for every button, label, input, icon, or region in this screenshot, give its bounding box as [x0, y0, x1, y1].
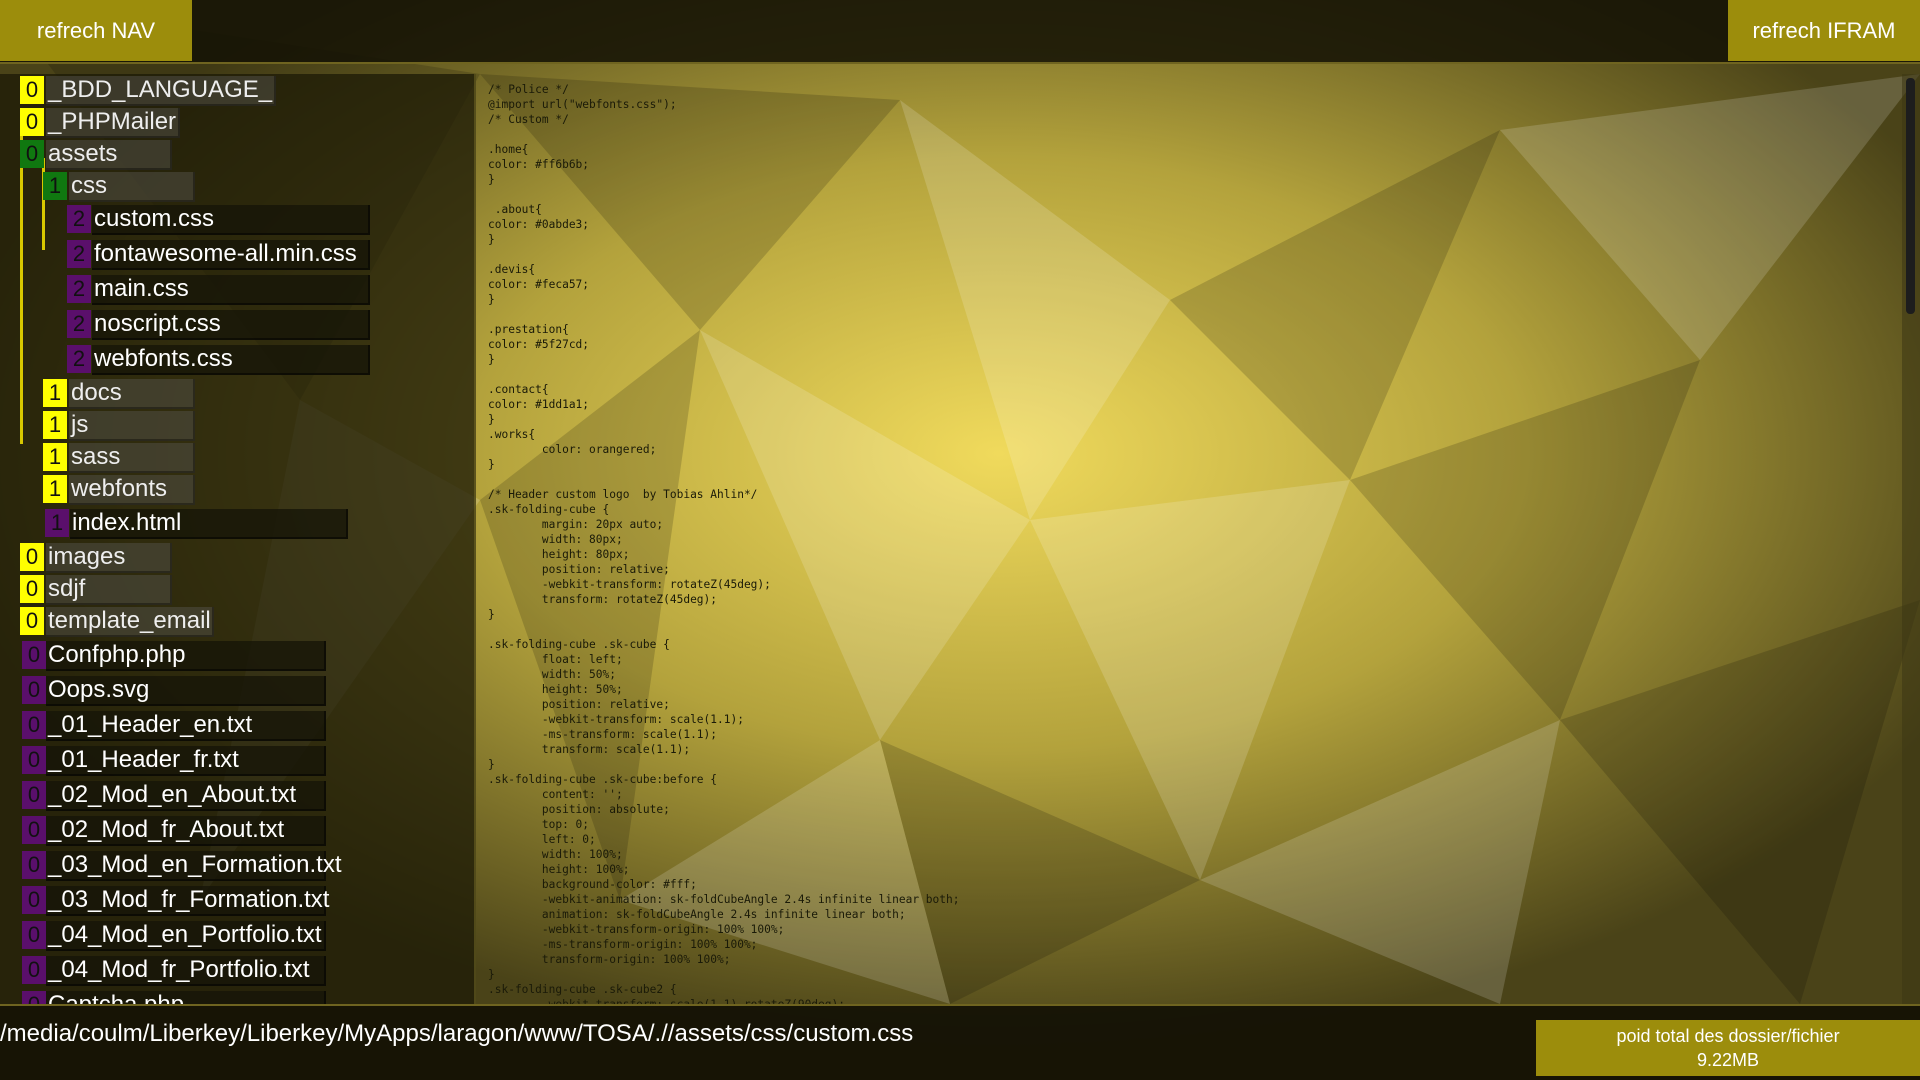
depth-badge: 1 — [43, 443, 67, 471]
folder-name[interactable]: images — [46, 543, 172, 573]
file-name[interactable]: Oops.svg — [46, 676, 326, 706]
tree-file-item[interactable]: 0Captcha.php — [0, 991, 470, 1004]
tree-file-item[interactable]: 2 webfonts.css — [0, 345, 470, 375]
total-size-value: 9.22MB — [1696, 1050, 1760, 1070]
folder-name[interactable]: docs — [69, 379, 195, 409]
file-name[interactable]: _04_Mod_en_Portfolio.txt — [46, 921, 326, 951]
file-name[interactable]: Confphp.php — [46, 641, 326, 671]
tree-file-item[interactable]: 2 custom.css — [0, 205, 470, 235]
folder-name[interactable]: _BDD_LANGUAGE_ — [46, 76, 276, 106]
tree-file-item[interactable]: 0 _04_Mod_fr_Portfolio.txt — [0, 956, 470, 986]
tree-file-item[interactable]: 0 _04_Mod_en_Portfolio.txt — [0, 921, 470, 951]
depth-badge: 1 — [43, 172, 67, 200]
depth-badge: 0 — [22, 886, 46, 914]
file-name[interactable]: fontawesome-all.min.css — [92, 240, 370, 270]
depth-badge: 2 — [67, 240, 91, 268]
total-size-box: poid total des dossier/fichier 9.22MB — [1536, 1020, 1920, 1076]
refresh-iframe-button[interactable]: refrech IFRAM — [1728, 0, 1920, 61]
tree-folder-item[interactable]: 0 sdjf — [0, 575, 470, 605]
file-name[interactable]: _02_Mod_en_About.txt — [46, 781, 326, 811]
folder-name[interactable]: css — [69, 172, 195, 202]
tree-file-item[interactable]: 0 _01_Header_en.txt — [0, 711, 470, 741]
depth-badge: 0 — [22, 676, 46, 704]
file-name[interactable]: Captcha.php — [46, 991, 326, 1004]
depth-badge: 1 — [45, 509, 69, 537]
depth-badge: 0 — [22, 641, 46, 669]
current-file-path: /media/coulm/Liberkey/Liberkey/MyApps/la… — [0, 1020, 914, 1047]
depth-badge: 0 — [22, 956, 46, 984]
preview-scrollbar[interactable] — [1902, 74, 1920, 1004]
tree-folder-item[interactable]: 1 js — [0, 411, 470, 441]
depth-badge: 0 — [22, 991, 46, 1004]
file-name[interactable]: webfonts.css — [92, 345, 370, 375]
file-preview-iframe[interactable]: /* Police */ @import url("webfonts.css")… — [478, 74, 1920, 1004]
depth-badge: 0 — [22, 746, 46, 774]
tree-folder-item[interactable]: 0 images — [0, 543, 470, 573]
tree-folder-item[interactable]: 0 template_email — [0, 607, 470, 637]
top-bar: refrech NAV refrech IFRAM — [0, 0, 1920, 64]
tree-file-item[interactable]: 0 _01_Header_fr.txt — [0, 746, 470, 776]
depth-badge: 1 — [43, 411, 67, 439]
depth-badge: 0 — [20, 543, 44, 571]
depth-badge: 0 — [20, 575, 44, 603]
scrollbar-thumb[interactable] — [1906, 78, 1915, 314]
depth-badge: 0 — [20, 108, 44, 136]
tree-file-item[interactable]: 1 index.html — [0, 509, 470, 539]
file-name[interactable]: index.html — [70, 509, 348, 539]
tree-folder-item[interactable]: 1 docs — [0, 379, 470, 409]
tree-file-item[interactable]: 0 _02_Mod_en_About.txt — [0, 781, 470, 811]
file-name[interactable]: _04_Mod_fr_Portfolio.txt — [46, 956, 326, 986]
tree-folder-item[interactable]: 0 _PHPMailer — [0, 108, 470, 138]
tree-file-item[interactable]: 2 main.css — [0, 275, 470, 305]
file-name[interactable]: main.css — [92, 275, 370, 305]
file-tree-panel: 0 _BDD_LANGUAGE_ 0 _PHPMailer 0 assets 1 css 2 cu… — [0, 74, 476, 1004]
file-name[interactable]: _03_Mod_fr_Formation.txt — [46, 886, 329, 916]
tree-folder-item[interactable]: 1 webfonts — [0, 475, 470, 505]
folder-name[interactable]: sass — [69, 443, 195, 473]
total-size-label: poid total des dossier/fichier — [1616, 1026, 1840, 1046]
depth-badge: 2 — [67, 345, 91, 373]
code-content: /* Police */ @import url("webfonts.css")… — [488, 83, 960, 1004]
tree-file-item[interactable]: 2 noscript.css — [0, 310, 470, 340]
folder-name[interactable]: sdjf — [46, 575, 172, 605]
depth-badge: 0 — [22, 816, 46, 844]
depth-badge: 0 — [20, 76, 44, 104]
depth-badge: 1 — [43, 475, 67, 503]
depth-badge: 1 — [43, 379, 67, 407]
depth-badge: 2 — [67, 275, 91, 303]
depth-badge: 2 — [67, 310, 91, 338]
tree-file-item[interactable]: 0 Oops.svg — [0, 676, 470, 706]
folder-name[interactable]: assets — [46, 140, 172, 170]
depth-badge: 0 — [20, 607, 44, 635]
tree-folder-item[interactable]: 1 css — [0, 172, 470, 202]
file-name[interactable]: _01_Header_fr.txt — [46, 746, 326, 776]
tree-file-item[interactable]: 0 _02_Mod_fr_About.txt — [0, 816, 470, 846]
tree-folder-item[interactable]: 0 assets — [0, 140, 470, 170]
tree-folder-item[interactable]: 0 _BDD_LANGUAGE_ — [0, 76, 470, 106]
file-name[interactable]: _03_Mod_en_Formation.txt — [46, 851, 342, 881]
tree-folder-item[interactable]: 1 sass — [0, 443, 470, 473]
bottom-bar: /media/coulm/Liberkey/Liberkey/MyApps/la… — [0, 1004, 1920, 1080]
file-name[interactable]: _01_Header_en.txt — [46, 711, 326, 741]
depth-badge: 0 — [20, 140, 44, 168]
tree-file-item[interactable]: 2 fontawesome-all.min.css — [0, 240, 470, 270]
file-name[interactable]: _02_Mod_fr_About.txt — [46, 816, 326, 846]
depth-badge: 0 — [22, 781, 46, 809]
tree-file-item[interactable]: 0 _03_Mod_en_Formation.txt — [0, 851, 470, 881]
refresh-nav-button[interactable]: refrech NAV — [0, 0, 192, 61]
folder-name[interactable]: template_email — [46, 607, 214, 637]
folder-name[interactable]: js — [69, 411, 195, 441]
folder-name[interactable]: _PHPMailer — [46, 108, 180, 138]
depth-badge: 0 — [22, 711, 46, 739]
tree-file-item[interactable]: 0 Confphp.php — [0, 641, 470, 671]
file-name[interactable]: noscript.css — [92, 310, 370, 340]
file-name[interactable]: custom.css — [92, 205, 370, 235]
folder-name[interactable]: webfonts — [69, 475, 195, 505]
depth-badge: 0 — [22, 921, 46, 949]
depth-badge: 0 — [22, 851, 46, 879]
tree-file-item[interactable]: 0 _03_Mod_fr_Formation.txt — [0, 886, 470, 916]
depth-badge: 2 — [67, 205, 91, 233]
